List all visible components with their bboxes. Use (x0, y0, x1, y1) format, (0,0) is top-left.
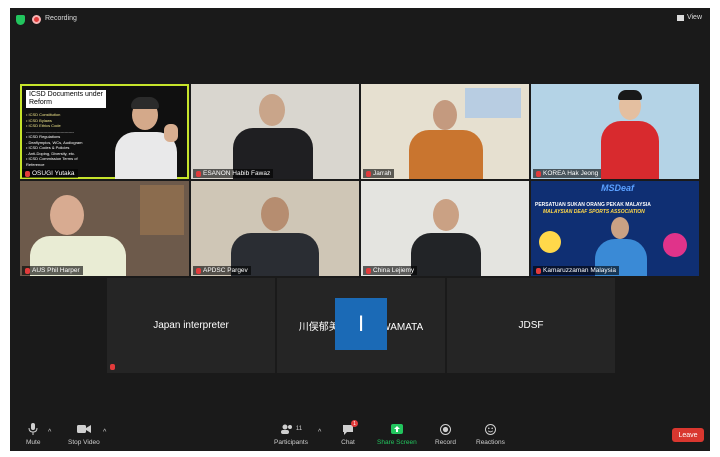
mic-muted-icon (366, 267, 371, 274)
slide-title: ICSD Documents under Reform (26, 90, 106, 108)
participants-label: Participants (274, 439, 308, 446)
recording-icon (32, 15, 41, 24)
view-button[interactable]: View (676, 14, 702, 21)
mute-label: Mute (26, 439, 41, 446)
avatar: I (335, 298, 387, 350)
banner-line-2: MALAYSIAN DEAF SPORTS ASSOCIATION (543, 209, 645, 215)
participant-name-tag: KOREA Hak Jeong (533, 169, 602, 178)
participant-name-tag: ESANON Habib Fawaz (193, 169, 274, 178)
video-tile-apdsc[interactable]: APDSC Pargev (191, 181, 359, 276)
participants-options-caret[interactable]: ^ (318, 429, 321, 436)
mic-muted-icon (366, 170, 371, 177)
mute-options-caret[interactable]: ^ (48, 429, 51, 436)
record-button[interactable]: Record (435, 423, 456, 446)
video-tile-malaysia[interactable]: MSDeaf PERSATUAN SUKAN ORANG PEKAK MALAY… (531, 181, 699, 276)
participant-name-tag: Jarrah (363, 169, 395, 178)
audio-tile-kawamata[interactable]: I 川俣郁美 Ikumi KAWAMATA (277, 278, 445, 373)
audio-tile-japan-interpreter[interactable]: Japan interpreter (107, 278, 275, 373)
participant-body (411, 233, 481, 276)
video-tile-china[interactable]: China Lejiemy (361, 181, 529, 276)
grid-icon (676, 14, 684, 21)
zoom-window: Recording View ICSD Documents under Refo… (10, 8, 710, 451)
banner-emblem (539, 231, 561, 253)
participant-figure (611, 217, 629, 239)
video-tile-esanon[interactable]: ESANON Habib Fawaz (191, 84, 359, 179)
participant-name-tag: Kamaruzzaman Malaysia (533, 266, 619, 275)
participants-count: 11 (295, 426, 303, 432)
chat-button[interactable]: 1 Chat (341, 420, 358, 446)
share-screen-button[interactable]: Share Screen (377, 423, 417, 446)
mic-muted-icon (25, 170, 30, 177)
meeting-toolbar: Mute ^ Stop Video ^ 11 Participants ^ 1 … (10, 420, 710, 451)
stop-video-button[interactable]: Stop Video (68, 423, 100, 446)
participant-name-tag: APDSC Pargev (193, 266, 251, 275)
tile-label: Japan interpreter (153, 320, 229, 331)
participant-body (409, 130, 483, 179)
video-tile-korea[interactable]: KOREA Hak Jeong (531, 84, 699, 179)
participants-button[interactable]: 11 Participants (274, 423, 308, 446)
mic-muted-icon (196, 170, 201, 177)
participant-figure (50, 195, 84, 235)
wall-map (465, 88, 521, 118)
share-screen-icon (390, 423, 404, 435)
record-label: Record (435, 439, 456, 446)
chat-label: Chat (341, 439, 355, 446)
leave-button[interactable]: Leave (672, 428, 704, 442)
participant-name-tag: OSUGI Yutaka (22, 169, 78, 178)
recording-label: Recording (45, 15, 77, 22)
mic-muted-icon (110, 364, 115, 370)
view-label: View (686, 14, 702, 21)
chat-unread-badge: 1 (351, 420, 358, 427)
video-tile-osugi[interactable]: ICSD Documents under Reform • ICSD Const… (20, 84, 189, 179)
reactions-label: Reactions (476, 439, 505, 446)
audio-tile-jdsf[interactable]: JDSF (447, 278, 615, 373)
share-screen-label: Share Screen (377, 439, 417, 446)
reactions-smiley-icon (483, 423, 497, 435)
participant-figure (433, 199, 459, 231)
record-icon (438, 423, 452, 435)
video-camera-icon (76, 423, 91, 435)
security-shield-icon[interactable] (16, 15, 25, 25)
participant-figure (433, 100, 457, 130)
mic-muted-icon (536, 267, 541, 274)
video-options-caret[interactable]: ^ (103, 429, 106, 436)
mic-muted-icon (196, 267, 201, 274)
participant-hair (131, 97, 159, 109)
video-tile-aus[interactable]: AUS Phil Harper (20, 181, 189, 276)
mic-muted-icon (536, 170, 541, 177)
banner-line-1: PERSATUAN SUKAN ORANG PEKAK MALAYSIA (535, 202, 651, 208)
chat-icon: 1 (341, 420, 358, 435)
mic-muted-icon (25, 267, 30, 274)
participant-body (601, 121, 659, 179)
reactions-button[interactable]: Reactions (476, 423, 505, 446)
participant-hair (618, 90, 642, 100)
participant-name-tag: AUS Phil Harper (22, 266, 83, 275)
participant-figure (259, 94, 285, 126)
video-tile-jarrah[interactable]: Jarrah (361, 84, 529, 179)
slide-item: Reference (26, 161, 45, 167)
slide-list: • ICSD Constitution • ICSD Bylaws • ICSD… (26, 112, 106, 167)
wall-frames (140, 185, 184, 235)
participant-figure (261, 197, 289, 231)
banner-starburst (663, 233, 687, 257)
participant-name-tag: China Lejiemy (363, 266, 418, 275)
mute-button[interactable]: Mute (26, 423, 40, 446)
tile-label: JDSF (518, 320, 544, 331)
hand (164, 124, 178, 142)
msdeaf-logo: MSDeaf (601, 183, 635, 193)
stop-video-label: Stop Video (68, 439, 100, 446)
microphone-icon (26, 423, 40, 435)
top-bar: Recording View (10, 8, 710, 32)
participants-icon: 11 (276, 423, 306, 435)
